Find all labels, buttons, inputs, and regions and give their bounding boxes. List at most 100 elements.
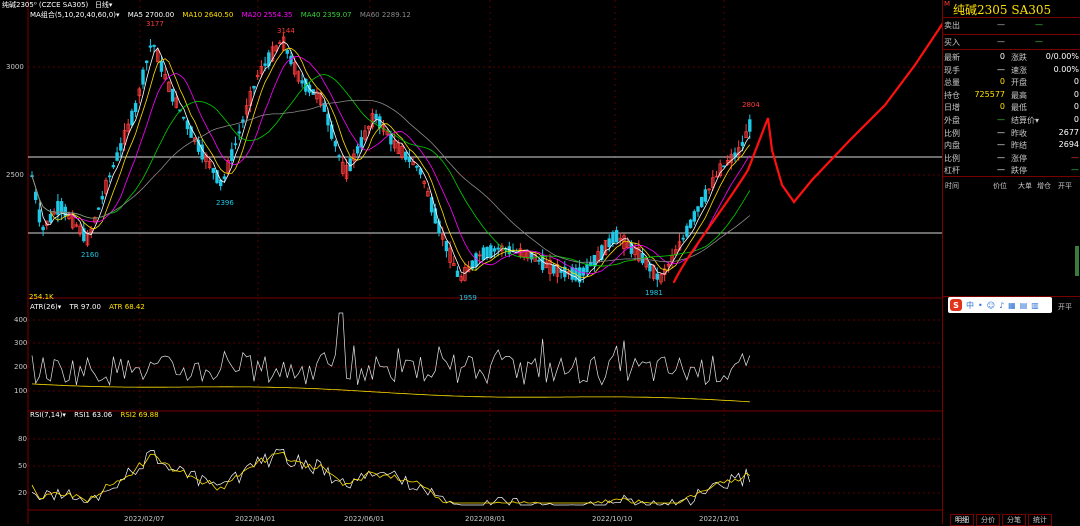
- candle-body: [703, 189, 708, 202]
- date-label-4: 2022/08/01: [465, 515, 506, 523]
- quote-label: 比例: [944, 128, 960, 138]
- quote-row: 持仓 725577 最高 0: [943, 90, 1080, 102]
- scroll-thumb[interactable]: [1075, 246, 1079, 276]
- col-price: 价位: [993, 182, 1007, 190]
- candle-body: [614, 230, 619, 243]
- emoji-icon[interactable]: ☺: [987, 301, 995, 310]
- candle-body: [492, 248, 497, 252]
- candle-body: [100, 196, 104, 200]
- high-label-3: 2804: [742, 101, 760, 109]
- candle-body: [252, 85, 256, 89]
- quote-label: 杠杆: [944, 166, 960, 176]
- quote-value: 725577: [974, 89, 1005, 99]
- candle-body: [696, 206, 700, 212]
- atr-legend-name[interactable]: ATR(26)▾: [30, 303, 61, 311]
- bottom-tabs: 明细 分价 分笔 统计: [950, 514, 1052, 526]
- rsi-legend: RSI(7,14)▾ RSI1 63.06 RSI2 69.88: [30, 411, 165, 419]
- chart-area[interactable]: 纯碱2305⁰ (CZCE SA305) 日线▾ MA组合(5,10,20,40…: [0, 0, 942, 524]
- keyboard-icon[interactable]: ▦: [1008, 301, 1016, 310]
- quote-value: 0: [999, 102, 1005, 112]
- sogou-icon[interactable]: S: [950, 299, 962, 311]
- candle-body: [681, 237, 685, 240]
- ma10-value: MA10 2640.50: [182, 11, 234, 19]
- candle-body: [722, 165, 726, 168]
- tab-stats[interactable]: 统计: [1028, 514, 1052, 526]
- candle-body: [300, 80, 304, 84]
- high-label-2: 3144: [277, 27, 295, 35]
- ime-toolbar[interactable]: S 中 • ☺ ♪ ▦ ▤ ▥: [948, 297, 1052, 313]
- candle-body: [326, 113, 330, 126]
- quote-row: 比例 — 涨停 —: [943, 153, 1080, 165]
- candle-body: [108, 175, 112, 178]
- candle-body: [607, 238, 611, 248]
- quote-label: 内盘: [944, 141, 960, 151]
- tr-value: TR 97.00: [69, 303, 101, 311]
- candle-body: [407, 156, 412, 163]
- candle-body: [63, 206, 67, 217]
- tab-detail[interactable]: 明细: [950, 514, 974, 526]
- candle-body: [455, 270, 460, 277]
- date-label-5: 2022/10/10: [592, 515, 633, 523]
- quote-value-2: —: [1071, 152, 1079, 162]
- tab-tick[interactable]: 分笔: [1002, 514, 1026, 526]
- atr-axis-300: 300: [14, 339, 28, 347]
- candle-body: [403, 151, 408, 160]
- candle-body: [211, 168, 215, 173]
- candle-body: [648, 263, 652, 272]
- quote-row: 总量 0 开盘 0: [943, 77, 1080, 89]
- candle-body: [111, 165, 116, 168]
- quote-label-2: 昨结: [1011, 141, 1027, 151]
- candle-body: [415, 165, 419, 168]
- rsi-axis-50: 50: [18, 462, 27, 470]
- moving-average-line: [31, 41, 751, 281]
- punct-icon[interactable]: •: [978, 301, 983, 310]
- quote-label: 现手: [944, 65, 960, 75]
- openclose-label: 开平: [1058, 303, 1072, 311]
- rsi-axis-80: 80: [18, 435, 27, 443]
- candle-body: [700, 196, 704, 208]
- quote-value: —: [997, 127, 1005, 137]
- quote-value-2: 0: [1073, 102, 1079, 112]
- candle-body: [655, 273, 659, 280]
- quote-label-2: 最高: [1011, 90, 1027, 100]
- candle-body: [359, 137, 363, 148]
- quote-value-2: 0: [1073, 89, 1079, 99]
- candle-body: [496, 247, 500, 250]
- candle-body: [152, 44, 156, 47]
- candle-body: [263, 63, 267, 66]
- candle-body: [159, 61, 164, 72]
- candle-body: [96, 207, 101, 210]
- date-label-3: 2022/06/01: [344, 515, 385, 523]
- period-selector[interactable]: 日线▾: [95, 1, 113, 9]
- quote-value-2: 0.00%: [1053, 64, 1079, 74]
- rsi-legend-name[interactable]: RSI(7,14)▾: [30, 411, 66, 419]
- atr-axis-400: 400: [14, 316, 28, 324]
- tab-price[interactable]: 分价: [976, 514, 1000, 526]
- candle-body: [692, 211, 696, 222]
- date-label-6: 2022/12/01: [699, 515, 740, 523]
- quote-row: 比例 — 昨收 2677: [943, 128, 1080, 140]
- ma-legend: MA组合(5,10,20,40,60,0)▾ MA5 2700.00 MA10 …: [30, 10, 417, 20]
- quote-value: —: [997, 115, 1005, 124]
- buy-row: 买入 — —: [944, 37, 1043, 47]
- ma-legend-name[interactable]: MA组合(5,10,20,40,60,0)▾: [30, 11, 119, 19]
- candle-body: [337, 155, 341, 158]
- candle-body: [37, 209, 42, 223]
- rsi1-value: RSI1 63.06: [74, 411, 113, 419]
- candle-body: [141, 69, 145, 85]
- ime-lang[interactable]: 中: [966, 300, 974, 311]
- candle-body: [537, 259, 541, 262]
- candle-body: [355, 146, 360, 154]
- atr-line: [31, 383, 750, 403]
- skin-icon[interactable]: ▤: [1020, 301, 1028, 310]
- quote-value-2: 2694: [1058, 140, 1079, 150]
- candle-body: [748, 119, 752, 132]
- candle-body: [444, 240, 449, 252]
- candle-body: [374, 113, 378, 120]
- mic-icon[interactable]: ♪: [999, 301, 1004, 310]
- high-label-1: 3177: [146, 20, 164, 28]
- quote-value-2: 0/0.00%: [1045, 52, 1079, 61]
- price-chart-svg[interactable]: [0, 0, 942, 524]
- candle-body: [489, 245, 493, 258]
- toolbox-icon[interactable]: ▥: [1031, 301, 1039, 310]
